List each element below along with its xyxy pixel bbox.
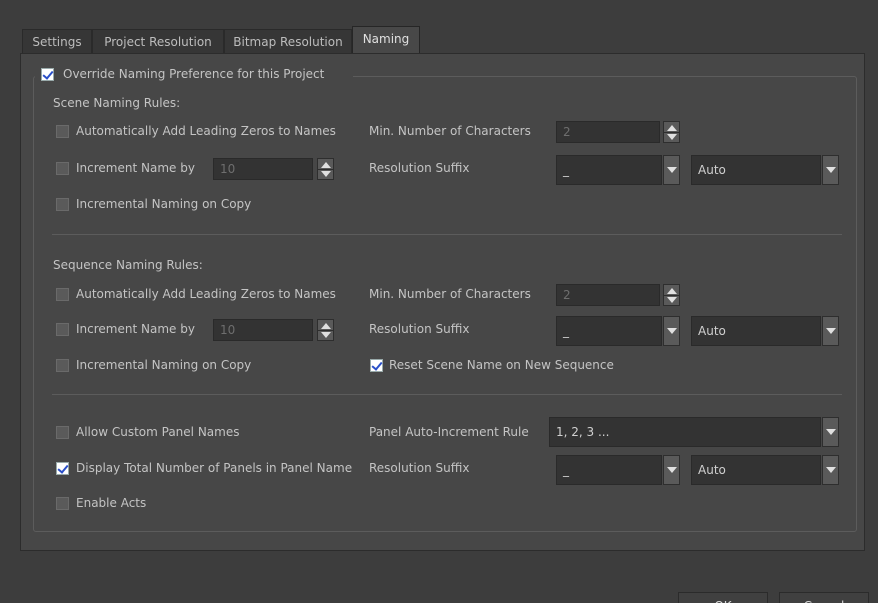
spin-up-icon[interactable]	[321, 323, 331, 329]
chevron-down-icon[interactable]	[663, 316, 680, 346]
sequence-incremental-copy-checkbox-icon[interactable]	[56, 359, 69, 372]
tab-naming[interactable]: Naming	[352, 26, 420, 54]
reset-scene-checkbox-icon[interactable]	[370, 359, 383, 372]
scene-increment-label: Increment Name by	[76, 161, 195, 175]
scene-increment-input[interactable]: 10	[213, 158, 313, 180]
sequence-increment-label: Increment Name by	[76, 322, 195, 336]
scene-increment-checkbox-icon[interactable]	[56, 162, 69, 175]
enable-acts-checkbox-icon[interactable]	[56, 497, 69, 510]
cancel-button[interactable]: Cancel	[779, 592, 869, 603]
chevron-down-icon[interactable]	[663, 455, 680, 485]
scene-res-suffix-select[interactable]: _	[556, 155, 662, 185]
spin-up-icon[interactable]	[667, 125, 677, 131]
display-total-panels-label: Display Total Number of Panels in Panel …	[76, 461, 353, 475]
sequence-min-chars-stepper[interactable]	[663, 284, 680, 306]
stepper-divider	[318, 169, 333, 170]
allow-custom-panel-label: Allow Custom Panel Names	[76, 425, 240, 439]
stepper-divider	[664, 295, 679, 296]
chevron-down-icon[interactable]	[822, 316, 839, 346]
stepper-divider	[664, 132, 679, 133]
tab-project-resolution[interactable]: Project Resolution	[92, 29, 224, 53]
allow-custom-panel-checkbox-icon[interactable]	[56, 426, 69, 439]
panel-res-mode-select[interactable]: Auto	[691, 455, 821, 485]
panel-auto-increment-label: Panel Auto-Increment Rule	[369, 425, 529, 439]
override-checkbox-icon[interactable]	[41, 68, 54, 81]
display-total-panels-checkbox-icon[interactable]	[56, 462, 69, 475]
scene-increment-stepper[interactable]	[317, 158, 334, 180]
scene-min-chars-label: Min. Number of Characters	[369, 124, 531, 138]
scene-leading-zeros-label: Automatically Add Leading Zeros to Names	[76, 124, 336, 138]
sequence-increment-stepper[interactable]	[317, 319, 334, 341]
spin-down-icon[interactable]	[667, 134, 677, 140]
sequence-res-mode-select[interactable]: Auto	[691, 316, 821, 346]
scene-rules-title: Scene Naming Rules:	[53, 96, 181, 110]
spin-up-icon[interactable]	[667, 288, 677, 294]
sequence-rules-title: Sequence Naming Rules:	[53, 258, 203, 272]
chevron-down-icon[interactable]	[822, 455, 839, 485]
sequence-increment-checkbox-icon[interactable]	[56, 323, 69, 336]
panel-auto-increment-select[interactable]: 1, 2, 3 ...	[549, 417, 821, 447]
spin-down-icon[interactable]	[321, 332, 331, 338]
panel-res-suffix-label: Resolution Suffix	[369, 461, 470, 475]
scene-min-chars-stepper[interactable]	[663, 121, 680, 143]
sequence-res-suffix-select[interactable]: _	[556, 316, 662, 346]
tab-settings[interactable]: Settings	[22, 29, 92, 53]
scene-incremental-copy-label: Incremental Naming on Copy	[76, 197, 252, 211]
stepper-divider	[318, 330, 333, 331]
reset-scene-label: Reset Scene Name on New Sequence	[389, 358, 614, 372]
sequence-incremental-copy-label: Incremental Naming on Copy	[76, 358, 252, 372]
panel-res-suffix-select[interactable]: _	[556, 455, 662, 485]
sequence-min-chars-input[interactable]: 2	[556, 284, 660, 306]
scene-res-suffix-label: Resolution Suffix	[369, 161, 470, 175]
sequence-min-chars-label: Min. Number of Characters	[369, 287, 531, 301]
spin-up-icon[interactable]	[321, 162, 331, 168]
spin-down-icon[interactable]	[321, 171, 331, 177]
chevron-down-icon[interactable]	[822, 155, 839, 185]
ok-button[interactable]: OK	[678, 592, 768, 603]
sequence-res-suffix-label: Resolution Suffix	[369, 322, 470, 336]
sequence-leading-zeros-label: Automatically Add Leading Zeros to Names	[76, 287, 336, 301]
separator	[52, 234, 842, 235]
chevron-down-icon[interactable]	[663, 155, 680, 185]
enable-acts-label: Enable Acts	[76, 496, 147, 510]
chevron-down-icon[interactable]	[822, 417, 839, 447]
sequence-leading-zeros-checkbox-icon[interactable]	[56, 288, 69, 301]
scene-incremental-copy-checkbox-icon[interactable]	[56, 198, 69, 211]
tab-bitmap-resolution[interactable]: Bitmap Resolution	[224, 29, 352, 53]
sequence-increment-input[interactable]: 10	[213, 319, 313, 341]
scene-res-mode-select[interactable]: Auto	[691, 155, 821, 185]
scene-min-chars-input[interactable]: 2	[556, 121, 660, 143]
spin-down-icon[interactable]	[667, 297, 677, 303]
override-label: Override Naming Preference for this Proj…	[63, 67, 325, 81]
separator	[52, 394, 842, 395]
scene-leading-zeros-checkbox-icon[interactable]	[56, 125, 69, 138]
